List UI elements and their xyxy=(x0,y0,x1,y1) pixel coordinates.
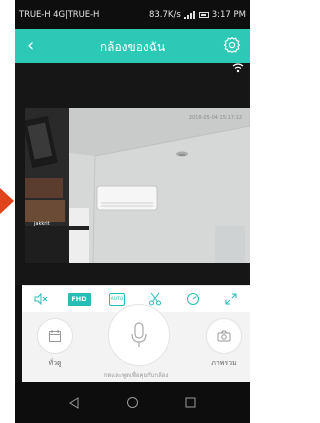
camera-feed[interactable]: 2018-05-04 15:17:12 jakkrit xyxy=(25,108,250,263)
clock: 3:17 PM xyxy=(211,9,246,20)
speaker-mute-icon xyxy=(34,293,48,305)
phone-screen: TRUE-H 4G|TRUE-H 83.7K/s 3:17 PM ‹ กล้อง… xyxy=(15,0,250,423)
triangle-back-icon xyxy=(69,396,79,409)
circle-home-icon xyxy=(126,397,138,408)
fhd-label: FHD xyxy=(67,292,91,306)
snapshot-label: ภาพรวม xyxy=(211,359,237,367)
video-timestamp: 2018-05-04 15:17:12 xyxy=(188,115,242,121)
video-overlay-logo: jakkrit xyxy=(34,221,50,227)
pointer-arrow xyxy=(0,188,14,214)
nav-home-button[interactable] xyxy=(124,395,140,411)
control-panel: ทั่วดู กดและพูดเพื่อคุยกับกล้อง ภาพรวม xyxy=(22,304,250,382)
carrier-label: TRUE-H 4G|TRUE-H xyxy=(19,9,100,20)
mute-button[interactable] xyxy=(28,289,54,309)
speedometer-icon xyxy=(187,293,199,305)
camera-icon xyxy=(217,330,231,342)
talk-hint: กดและพูดเพื่อคุยกับกล้อง xyxy=(103,372,169,379)
camera-scene xyxy=(25,108,250,263)
expand-icon xyxy=(225,293,237,305)
nav-back-button[interactable] xyxy=(66,395,82,411)
app-bar: ‹ กล้องของฉัน xyxy=(15,29,250,63)
auto-label: AUTO xyxy=(109,292,125,306)
scissors-icon xyxy=(149,292,161,306)
talk-button[interactable] xyxy=(108,304,170,366)
nav-recents-button[interactable] xyxy=(183,395,199,411)
playback-button[interactable] xyxy=(37,318,73,354)
fullscreen-button[interactable] xyxy=(218,289,244,309)
battery-icon xyxy=(198,11,209,18)
android-nav-bar xyxy=(15,382,250,423)
gear-icon[interactable] xyxy=(223,36,241,54)
video-area[interactable]: 2018-05-04 15:17:12 jakkrit xyxy=(15,63,250,285)
microphone-icon xyxy=(131,322,147,347)
snapshot-button[interactable] xyxy=(206,318,242,354)
status-right: 83.7K/s 3:17 PM xyxy=(149,10,246,20)
square-recents-icon xyxy=(185,397,196,408)
signal-icon xyxy=(183,10,195,19)
speed-button[interactable] xyxy=(180,289,206,309)
wifi-icon xyxy=(232,63,244,73)
network-speed: 83.7K/s xyxy=(148,9,181,20)
calendar-icon xyxy=(49,330,61,342)
status-bar: TRUE-H 4G|TRUE-H 83.7K/s 3:17 PM xyxy=(15,0,250,29)
fhd-button[interactable]: FHD xyxy=(66,289,92,309)
page-title: กล้องของฉัน xyxy=(99,40,166,54)
playback-label: ทั่วดู xyxy=(48,359,62,367)
